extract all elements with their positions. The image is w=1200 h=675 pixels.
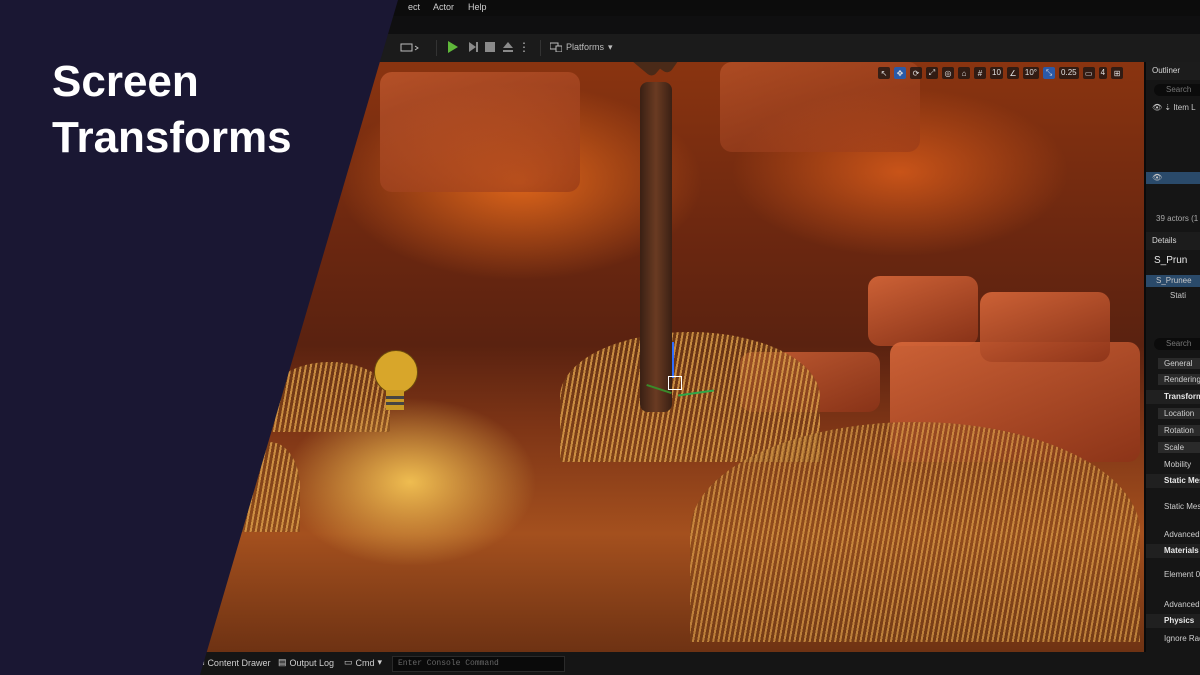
scale-icon[interactable]: ⤢ bbox=[926, 67, 938, 79]
rotation-snap-icon[interactable]: ∠ bbox=[1006, 67, 1019, 79]
cmd-dropdown[interactable]: ▭ Cmd ▾ bbox=[344, 657, 382, 668]
camera-mode-dropdown[interactable] bbox=[398, 40, 422, 54]
pin-icon: ⇣ bbox=[1164, 103, 1172, 112]
output-log-button[interactable]: ▤ Output Log bbox=[278, 657, 334, 668]
grass-clump bbox=[690, 422, 1140, 642]
eject-button[interactable] bbox=[501, 40, 515, 54]
outliner-column-header: 👁 ⇣ Item L bbox=[1146, 102, 1200, 114]
outliner-header: Outliner bbox=[1152, 66, 1181, 75]
play-icon bbox=[448, 41, 458, 53]
more-options-button[interactable]: ⋮ bbox=[518, 40, 530, 54]
grid-snap-icon[interactable]: # bbox=[974, 67, 986, 79]
details-tab[interactable]: Details bbox=[1146, 232, 1200, 250]
title-line-1: Screen bbox=[52, 57, 199, 106]
outliner-selected-row[interactable]: 👁 bbox=[1146, 172, 1200, 184]
menu-item-project[interactable]: ect bbox=[408, 2, 420, 12]
boulder bbox=[868, 276, 978, 346]
grass-clump bbox=[240, 442, 300, 532]
toolbar-separator bbox=[540, 40, 541, 56]
grass-clump bbox=[270, 362, 390, 432]
camera-speed-value[interactable]: 4 bbox=[1098, 67, 1108, 79]
details-tab-rendering[interactable]: Rendering bbox=[1158, 374, 1200, 385]
tree-branch bbox=[655, 62, 698, 75]
viewport-toolbar: ↖ ✥ ⟳ ⤢ ◎ ⌂ # 10 ∠ 10° ⤡ 0.25 ▭ 4 ⊞ bbox=[878, 66, 1142, 80]
play-button[interactable] bbox=[446, 40, 460, 54]
output-log-icon: ▤ bbox=[278, 657, 287, 667]
platforms-icon bbox=[550, 42, 562, 52]
mobility-label: Mobility bbox=[1164, 460, 1192, 469]
eye-icon: 👁 bbox=[1152, 103, 1163, 112]
gizmo-z-axis[interactable] bbox=[672, 342, 674, 378]
cmd-label: Cmd bbox=[355, 657, 375, 668]
console-input[interactable]: Enter Console Command bbox=[392, 656, 565, 672]
tree-branch bbox=[598, 62, 664, 78]
surface-snap-icon[interactable]: ⌂ bbox=[958, 67, 970, 79]
page-title: Screen Transforms bbox=[52, 54, 292, 166]
details-search-input[interactable]: Search bbox=[1154, 338, 1200, 350]
eject-icon bbox=[503, 42, 513, 52]
ignore-radial-label: Ignore Radia bbox=[1164, 634, 1200, 643]
scale-snap-icon[interactable]: ⤡ bbox=[1043, 67, 1056, 79]
status-bar: ⧉ Content Drawer ▤ Output Log ▭ Cmd ▾ En… bbox=[0, 652, 1200, 675]
section-static-mesh[interactable]: Static Mesh bbox=[1146, 474, 1200, 488]
location-field[interactable]: Location bbox=[1158, 408, 1200, 419]
chevron-down-icon: ▾ bbox=[377, 657, 383, 667]
world-local-icon[interactable]: ◎ bbox=[942, 67, 954, 79]
scale-field[interactable]: Scale bbox=[1158, 442, 1200, 453]
boulder bbox=[980, 292, 1110, 362]
content-drawer-label: Content Drawer bbox=[207, 657, 271, 668]
outliner-search-input[interactable]: Search bbox=[1154, 84, 1200, 96]
section-transform[interactable]: Transform bbox=[1146, 390, 1200, 404]
camera-icon bbox=[400, 43, 419, 52]
static-mesh-label: Static Mesh bbox=[1164, 502, 1200, 511]
maximize-viewport-icon[interactable]: ⊞ bbox=[1111, 67, 1124, 79]
stop-button[interactable] bbox=[484, 40, 496, 54]
step-icon bbox=[469, 42, 478, 52]
toolbar-separator bbox=[436, 40, 437, 56]
menu-item-help[interactable]: Help bbox=[468, 2, 487, 12]
advanced-toggle[interactable]: Advanced bbox=[1146, 598, 1200, 612]
platforms-label: Platforms bbox=[566, 42, 605, 52]
details-header: Details bbox=[1152, 236, 1177, 245]
outliner-tab[interactable]: Outliner bbox=[1146, 62, 1200, 80]
rotation-snap-value[interactable]: 10° bbox=[1022, 67, 1040, 79]
title-line-2: Transforms bbox=[52, 113, 292, 162]
translate-icon[interactable]: ✥ bbox=[894, 67, 906, 79]
rotate-icon[interactable]: ⟳ bbox=[910, 67, 922, 79]
camera-speed-icon[interactable]: ▭ bbox=[1082, 67, 1095, 79]
play-mode-button[interactable] bbox=[466, 40, 480, 54]
canyon-wall bbox=[380, 72, 580, 192]
element-0-label: Element 0 bbox=[1164, 570, 1200, 579]
point-light-base bbox=[386, 390, 404, 410]
outliner-actor-count: 39 actors (1 bbox=[1156, 214, 1199, 223]
details-actor-name: S_Prun bbox=[1154, 255, 1188, 266]
section-materials[interactable]: Materials bbox=[1146, 544, 1200, 558]
details-tab-general[interactable]: General bbox=[1158, 358, 1200, 369]
advanced-toggle[interactable]: Advanced bbox=[1146, 528, 1200, 542]
content-drawer-icon: ⧉ bbox=[198, 657, 205, 667]
scale-snap-value[interactable]: 0.25 bbox=[1059, 67, 1079, 79]
transform-gizmo-center[interactable] bbox=[668, 376, 682, 390]
rotation-field[interactable]: Rotation bbox=[1158, 425, 1200, 436]
right-panel: Outliner Search 👁 ⇣ Item L 👁 39 actors (… bbox=[1144, 62, 1200, 652]
section-physics[interactable]: Physics bbox=[1146, 614, 1200, 628]
stop-icon bbox=[485, 42, 495, 52]
grid-snap-value[interactable]: 10 bbox=[990, 67, 1003, 79]
component-root-row[interactable]: S_Prunee bbox=[1146, 275, 1200, 287]
component-child-row[interactable]: Stati bbox=[1146, 290, 1200, 302]
select-mode-icon[interactable]: ↖ bbox=[878, 67, 890, 79]
content-drawer-button[interactable]: ⧉ Content Drawer bbox=[198, 657, 270, 668]
selected-tree-actor[interactable] bbox=[640, 82, 672, 412]
eye-icon: 👁 bbox=[1152, 173, 1163, 182]
terminal-icon: ▭ bbox=[344, 657, 353, 667]
chevron-down-icon: ▾ bbox=[608, 41, 613, 52]
point-light-icon[interactable] bbox=[374, 350, 418, 394]
outliner-column-label: Item L bbox=[1173, 103, 1196, 112]
output-log-label: Output Log bbox=[289, 657, 335, 668]
menu-bar: ect Actor Help bbox=[0, 0, 1200, 16]
platforms-dropdown[interactable]: Platforms ▾ bbox=[550, 40, 614, 54]
menu-item-actor[interactable]: Actor bbox=[433, 2, 454, 12]
